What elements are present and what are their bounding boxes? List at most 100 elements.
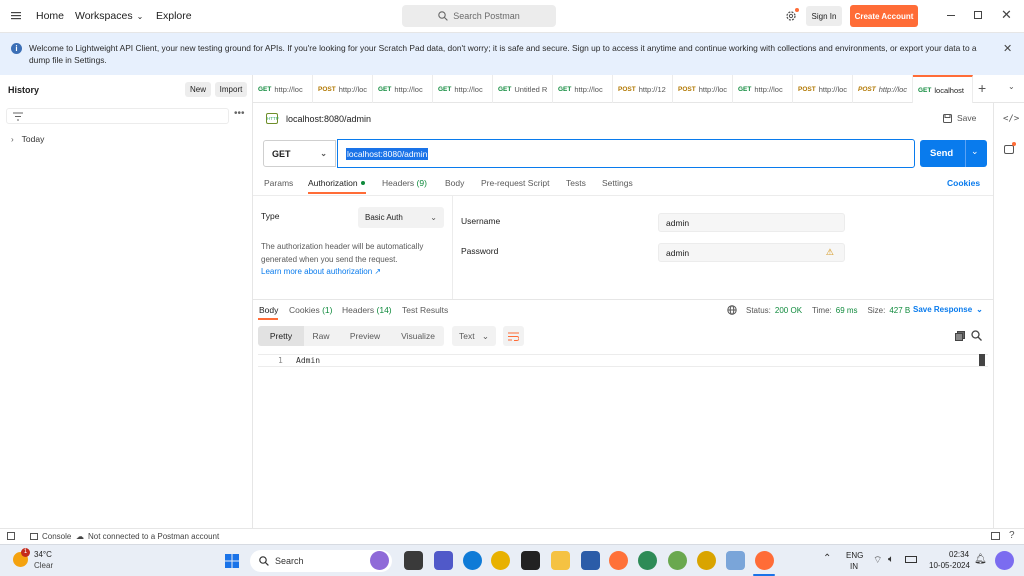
send-options-icon[interactable]: ⌄ [971, 146, 979, 157]
response-body-text[interactable]: Admin [296, 356, 320, 365]
response-tab-headers[interactable]: Headers (14) [342, 305, 392, 315]
request-tab[interactable]: GET http://loc [373, 75, 433, 103]
copilot-icon[interactable] [370, 551, 389, 570]
tab-tests[interactable]: Tests [566, 178, 586, 188]
clock-date[interactable]: 10-05-2024 [929, 561, 970, 570]
settings-icon[interactable] [785, 8, 799, 22]
menu-icon[interactable] [11, 11, 21, 20]
view-pretty[interactable]: Pretty [258, 326, 304, 346]
size-value[interactable]: 427 B [889, 306, 910, 315]
add-tab-icon[interactable]: + [978, 80, 986, 96]
scrollbar-thumb[interactable] [979, 354, 985, 366]
import-button[interactable]: Import [215, 82, 247, 97]
url-input[interactable]: localhost:8080/admin [337, 139, 915, 168]
response-tab-cookies[interactable]: Cookies (1) [289, 305, 332, 315]
tab-body[interactable]: Body [445, 178, 464, 188]
spring-tool-icon[interactable] [668, 551, 687, 570]
nav-explore[interactable]: Explore [156, 10, 192, 22]
task-view-icon[interactable] [404, 551, 423, 570]
close-window-icon[interactable]: ✕ [1001, 7, 1012, 23]
file-explorer-icon[interactable] [551, 551, 570, 570]
wrap-lines-button[interactable] [503, 326, 524, 346]
view-visualize[interactable]: Visualize [392, 326, 444, 346]
view-preview[interactable]: Preview [338, 326, 392, 346]
firefox-icon[interactable] [609, 551, 628, 570]
code-icon[interactable]: </> [1003, 114, 1019, 124]
globe-icon[interactable] [727, 305, 737, 315]
time-value[interactable]: 69 ms [836, 306, 858, 315]
language-line2[interactable]: IN [850, 562, 858, 571]
response-tab-test-results[interactable]: Test Results [402, 305, 448, 315]
layout-icon[interactable] [991, 532, 1000, 540]
sticky-notes-icon[interactable] [521, 551, 540, 570]
battery-icon[interactable] [905, 556, 917, 563]
tabs-dropdown-icon[interactable]: ⌄ [1008, 82, 1015, 91]
copilot-tray-icon[interactable] [995, 551, 1014, 570]
tab-settings[interactable]: Settings [602, 178, 633, 188]
request-tab[interactable]: GET http://loc [253, 75, 313, 103]
active-dot [360, 181, 365, 185]
request-tab[interactable]: POST http://loc [313, 75, 373, 103]
chrome-alt-icon[interactable] [697, 551, 716, 570]
tab-headers[interactable]: Headers (9) [382, 178, 427, 188]
store-icon[interactable] [581, 551, 600, 570]
more-options-icon[interactable]: ••• [234, 108, 245, 119]
request-tab[interactable]: GET http://loc [433, 75, 493, 103]
save-response-button[interactable]: Save Response ⌄ [913, 305, 983, 314]
request-tab[interactable]: POST http://loc [793, 75, 853, 103]
create-account-button[interactable]: Create Account [850, 5, 918, 27]
nav-home[interactable]: Home [36, 10, 64, 22]
sign-in-button[interactable]: Sign In [806, 6, 842, 26]
windows-start-icon[interactable] [225, 554, 239, 568]
maximize-icon[interactable] [974, 11, 982, 19]
copy-icon[interactable] [955, 331, 965, 341]
volume-icon[interactable]: 🔈︎ [888, 554, 894, 565]
edge-icon[interactable] [463, 551, 482, 570]
console-button[interactable]: Console [30, 532, 71, 541]
response-tab-body[interactable]: Body [259, 305, 278, 315]
request-tab[interactable]: POST http://loc [673, 75, 733, 103]
cookies-link[interactable]: Cookies [947, 178, 980, 188]
status-value[interactable]: 200 OK [775, 306, 802, 315]
method-select[interactable]: GET ⌄ [263, 140, 336, 167]
info-panel-icon[interactable] [1004, 142, 1016, 154]
tab-authorization[interactable]: Authorization [308, 178, 365, 188]
request-tab[interactable]: GET http://loc [733, 75, 793, 103]
tab-pre-request-script[interactable]: Pre-request Script [481, 178, 550, 188]
request-tab[interactable]: POST http://12 [613, 75, 673, 103]
notepad-icon[interactable] [726, 551, 745, 570]
request-tab[interactable]: GET Untitled R [493, 75, 553, 103]
chevron-up-icon[interactable]: ⌃ [823, 553, 831, 564]
teams-icon[interactable] [434, 551, 453, 570]
learn-more-link[interactable]: Learn more about authorization ↗ [261, 267, 381, 276]
postman-icon[interactable] [755, 551, 774, 570]
weather-icon[interactable]: 1 [13, 548, 30, 567]
nav-workspaces[interactable]: Workspaces ⌄ [75, 10, 143, 22]
search-response-icon[interactable] [971, 330, 982, 343]
history-group-today[interactable]: › Today [11, 134, 44, 144]
password-input[interactable]: admin ⚠ [658, 243, 845, 262]
help-icon[interactable]: ? [1009, 530, 1015, 541]
chrome-icon[interactable] [491, 551, 510, 570]
request-tab-active[interactable]: GET localhost [913, 75, 973, 103]
new-button[interactable]: New [185, 82, 211, 97]
view-raw[interactable]: Raw [304, 326, 338, 346]
username-input[interactable]: admin [658, 213, 845, 232]
wifi-icon[interactable]: ⌔ [873, 554, 882, 567]
tab-params[interactable]: Params [264, 178, 293, 188]
search-input[interactable]: Search Postman [402, 5, 556, 27]
sidebar-toggle-icon[interactable] [7, 532, 15, 540]
request-tab[interactable]: POST http://loc [853, 75, 913, 103]
auth-type-select[interactable]: Basic Auth ⌄ [358, 207, 444, 228]
format-select[interactable]: Text ⌄ [452, 326, 496, 346]
request-tab[interactable]: GET http://loc [553, 75, 613, 103]
history-filter-input[interactable] [6, 108, 229, 124]
save-button[interactable]: Save [943, 113, 976, 123]
send-button[interactable]: Send ⌄ [920, 140, 987, 167]
chrome-profile-icon[interactable] [638, 551, 657, 570]
minimize-icon[interactable] [947, 15, 955, 16]
clock-time[interactable]: 02:34 [949, 550, 969, 559]
close-banner-icon[interactable]: ✕ [1003, 42, 1012, 55]
language-line1[interactable]: ENG [846, 551, 863, 560]
notification-bell-icon[interactable]: 🔔︎ [974, 554, 987, 565]
